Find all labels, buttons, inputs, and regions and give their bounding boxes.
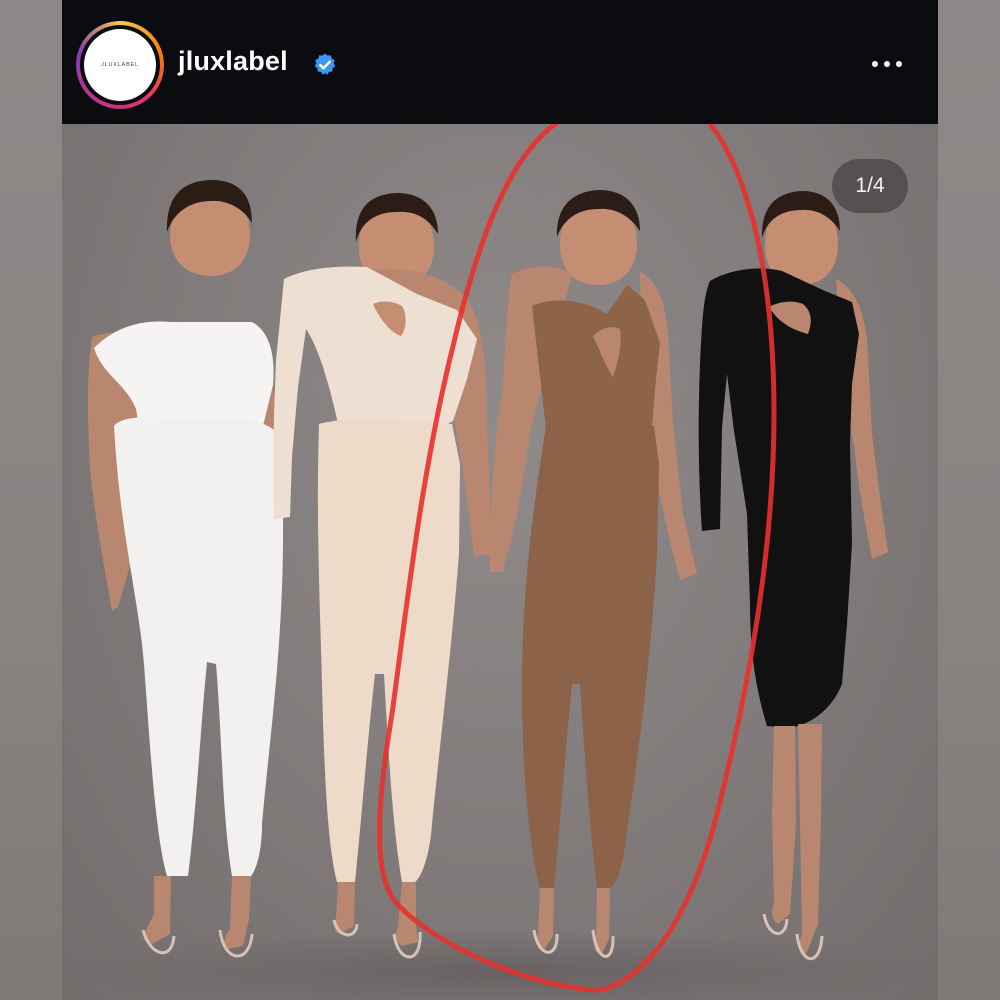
model-nude-outfit [273,193,492,959]
post-image[interactable]: 1/4 [62,124,938,1000]
more-options-icon[interactable] [862,47,912,81]
side-blur-left [0,0,62,1000]
verified-badge-icon [314,53,336,75]
post-header: JLUXLABEL jluxlabel [62,0,938,124]
profile-avatar[interactable]: JLUXLABEL [76,21,164,109]
avatar-logo-text: JLUXLABEL [84,29,156,101]
side-blur-right [938,0,1000,1000]
model-white-outfit [87,180,283,958]
model-black-outfit [698,191,888,961]
model-brown-outfit [489,190,697,958]
screenshot: JLUXLABEL jluxlabel 1/4 [0,0,1000,1000]
image-counter: 1/4 [832,159,908,213]
models-photo [70,124,930,1000]
instagram-post: JLUXLABEL jluxlabel 1/4 [62,0,938,1000]
username[interactable]: jluxlabel [178,46,288,77]
